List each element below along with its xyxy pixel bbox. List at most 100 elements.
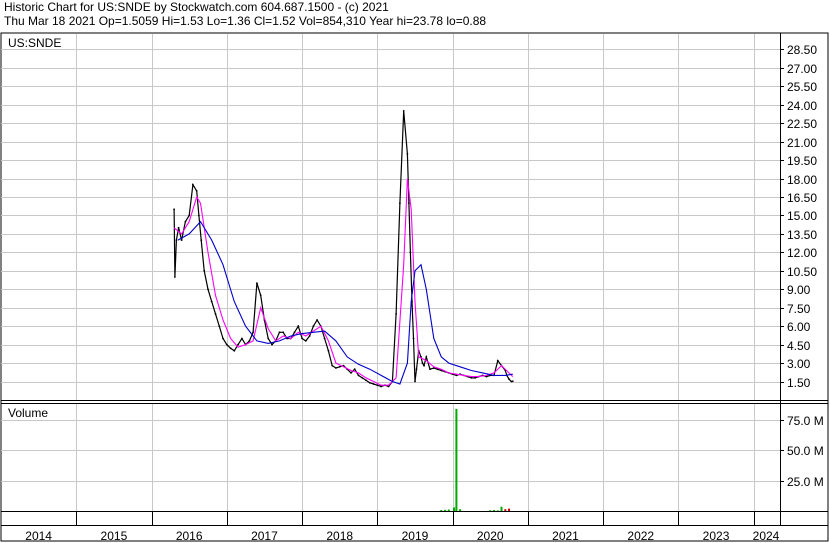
price-y-tick-label: 22.50 — [787, 117, 817, 131]
price-point — [316, 319, 318, 321]
price-point — [192, 183, 194, 186]
price-y-tick-label: 1.50 — [787, 376, 811, 390]
price-y-tick-label: 7.50 — [787, 302, 811, 316]
price-point — [368, 381, 371, 384]
x-tick-label: 2021 — [552, 529, 579, 543]
x-tick-label: 2024 — [753, 529, 780, 543]
price-point — [237, 343, 240, 346]
price-point — [376, 384, 379, 387]
price-point — [429, 368, 431, 371]
price-point — [353, 368, 356, 371]
price-point — [308, 335, 311, 337]
x-tick-label: 2018 — [326, 529, 353, 543]
volume-bar — [493, 510, 495, 511]
price-point — [361, 377, 364, 379]
price-point — [423, 364, 425, 367]
price-y-tick-label: 15.00 — [787, 209, 817, 223]
price-point — [496, 359, 499, 362]
x-axis-ticks: 2014 2015 2016 2017 2018 2019 2020 2021 2022 2023… — [25, 511, 780, 543]
volume-y-ticks: 75.0 M 50.0 M 25.0 M — [780, 414, 824, 489]
volume-y-tick-label: 75.0 M — [787, 414, 824, 428]
price-point — [395, 313, 397, 315]
price-point — [210, 300, 213, 303]
price-point — [259, 294, 262, 297]
price-point — [271, 343, 273, 346]
x-tick-label: 2020 — [477, 529, 504, 543]
price-point — [331, 364, 334, 367]
price-point — [177, 226, 180, 229]
price-point — [409, 251, 412, 254]
volume-bar — [489, 510, 492, 511]
price-point — [406, 153, 409, 155]
price-y-tick-label: 12.00 — [787, 246, 817, 260]
price-point — [233, 349, 236, 352]
volume-bar — [504, 509, 507, 511]
price-point — [338, 365, 341, 368]
price-point — [207, 288, 209, 291]
price-point — [267, 337, 270, 340]
price-y-tick-label: 13.50 — [787, 228, 817, 242]
price-point — [184, 220, 187, 223]
price-point — [175, 239, 178, 242]
price-y-tick-label: 21.00 — [787, 136, 817, 150]
price-point — [402, 110, 405, 112]
stock-chart: 28.50 27.00 25.50 24.00 22.50 21.00 19.50 18.00… — [0, 32, 829, 543]
volume-bar — [500, 506, 503, 511]
series-line-ma-long — [177, 220, 513, 385]
price-point — [252, 331, 255, 334]
price-point — [335, 367, 337, 369]
price-y-tick-label: 9.00 — [787, 283, 811, 297]
volume-y-tick-label: 25.0 M — [787, 475, 824, 489]
price-point — [350, 372, 352, 374]
volume-bar — [459, 509, 462, 511]
x-tick-label: 2022 — [627, 529, 654, 543]
volume-bar — [496, 510, 499, 511]
volume-bar — [444, 509, 447, 511]
price-point — [508, 378, 510, 380]
price-y-tick-label: 10.50 — [787, 265, 817, 279]
price-chart-title: US:SNDE — [8, 36, 61, 50]
price-y-tick-label: 28.50 — [787, 43, 817, 57]
price-point — [248, 340, 251, 342]
price-point — [380, 385, 382, 388]
price-point — [198, 214, 200, 217]
price-point — [323, 337, 326, 340]
x-tick-label: 2016 — [176, 529, 203, 543]
price-point — [214, 313, 217, 315]
price-point — [180, 239, 183, 242]
price-point — [293, 331, 296, 334]
price-point — [200, 239, 203, 242]
series-line-ma-short — [173, 178, 514, 386]
price-y-tick-label: 25.50 — [787, 80, 817, 94]
x-tick-label: 2017 — [251, 529, 278, 543]
price-y-tick-label: 27.00 — [787, 62, 817, 76]
price-point — [173, 208, 176, 211]
price-point — [421, 362, 424, 364]
price-point — [241, 337, 243, 340]
price-point — [372, 383, 375, 385]
x-tick-label: 2023 — [703, 529, 730, 543]
price-point — [414, 380, 416, 383]
price-point — [425, 356, 428, 358]
price-y-tick-label: 16.50 — [787, 191, 817, 205]
volume-bar — [447, 509, 450, 511]
x-tick-label: 2014 — [25, 529, 52, 543]
price-point — [511, 380, 514, 383]
price-point — [297, 325, 300, 328]
price-point — [357, 374, 360, 377]
price-point — [229, 347, 232, 350]
volume-bar — [453, 507, 456, 511]
price-point — [278, 331, 281, 334]
x-tick-label: 2015 — [101, 529, 128, 543]
price-point — [399, 202, 401, 205]
x-tick-label: 2019 — [402, 529, 429, 543]
price-point — [387, 385, 390, 388]
volume-chart-title: Volume — [8, 406, 48, 420]
volume-bar — [455, 408, 458, 511]
price-point — [282, 331, 285, 334]
price-point — [203, 269, 206, 272]
price-point — [327, 349, 330, 352]
price-point — [222, 337, 224, 340]
price-point — [301, 337, 303, 340]
price-y-tick-label: 19.50 — [787, 154, 817, 168]
